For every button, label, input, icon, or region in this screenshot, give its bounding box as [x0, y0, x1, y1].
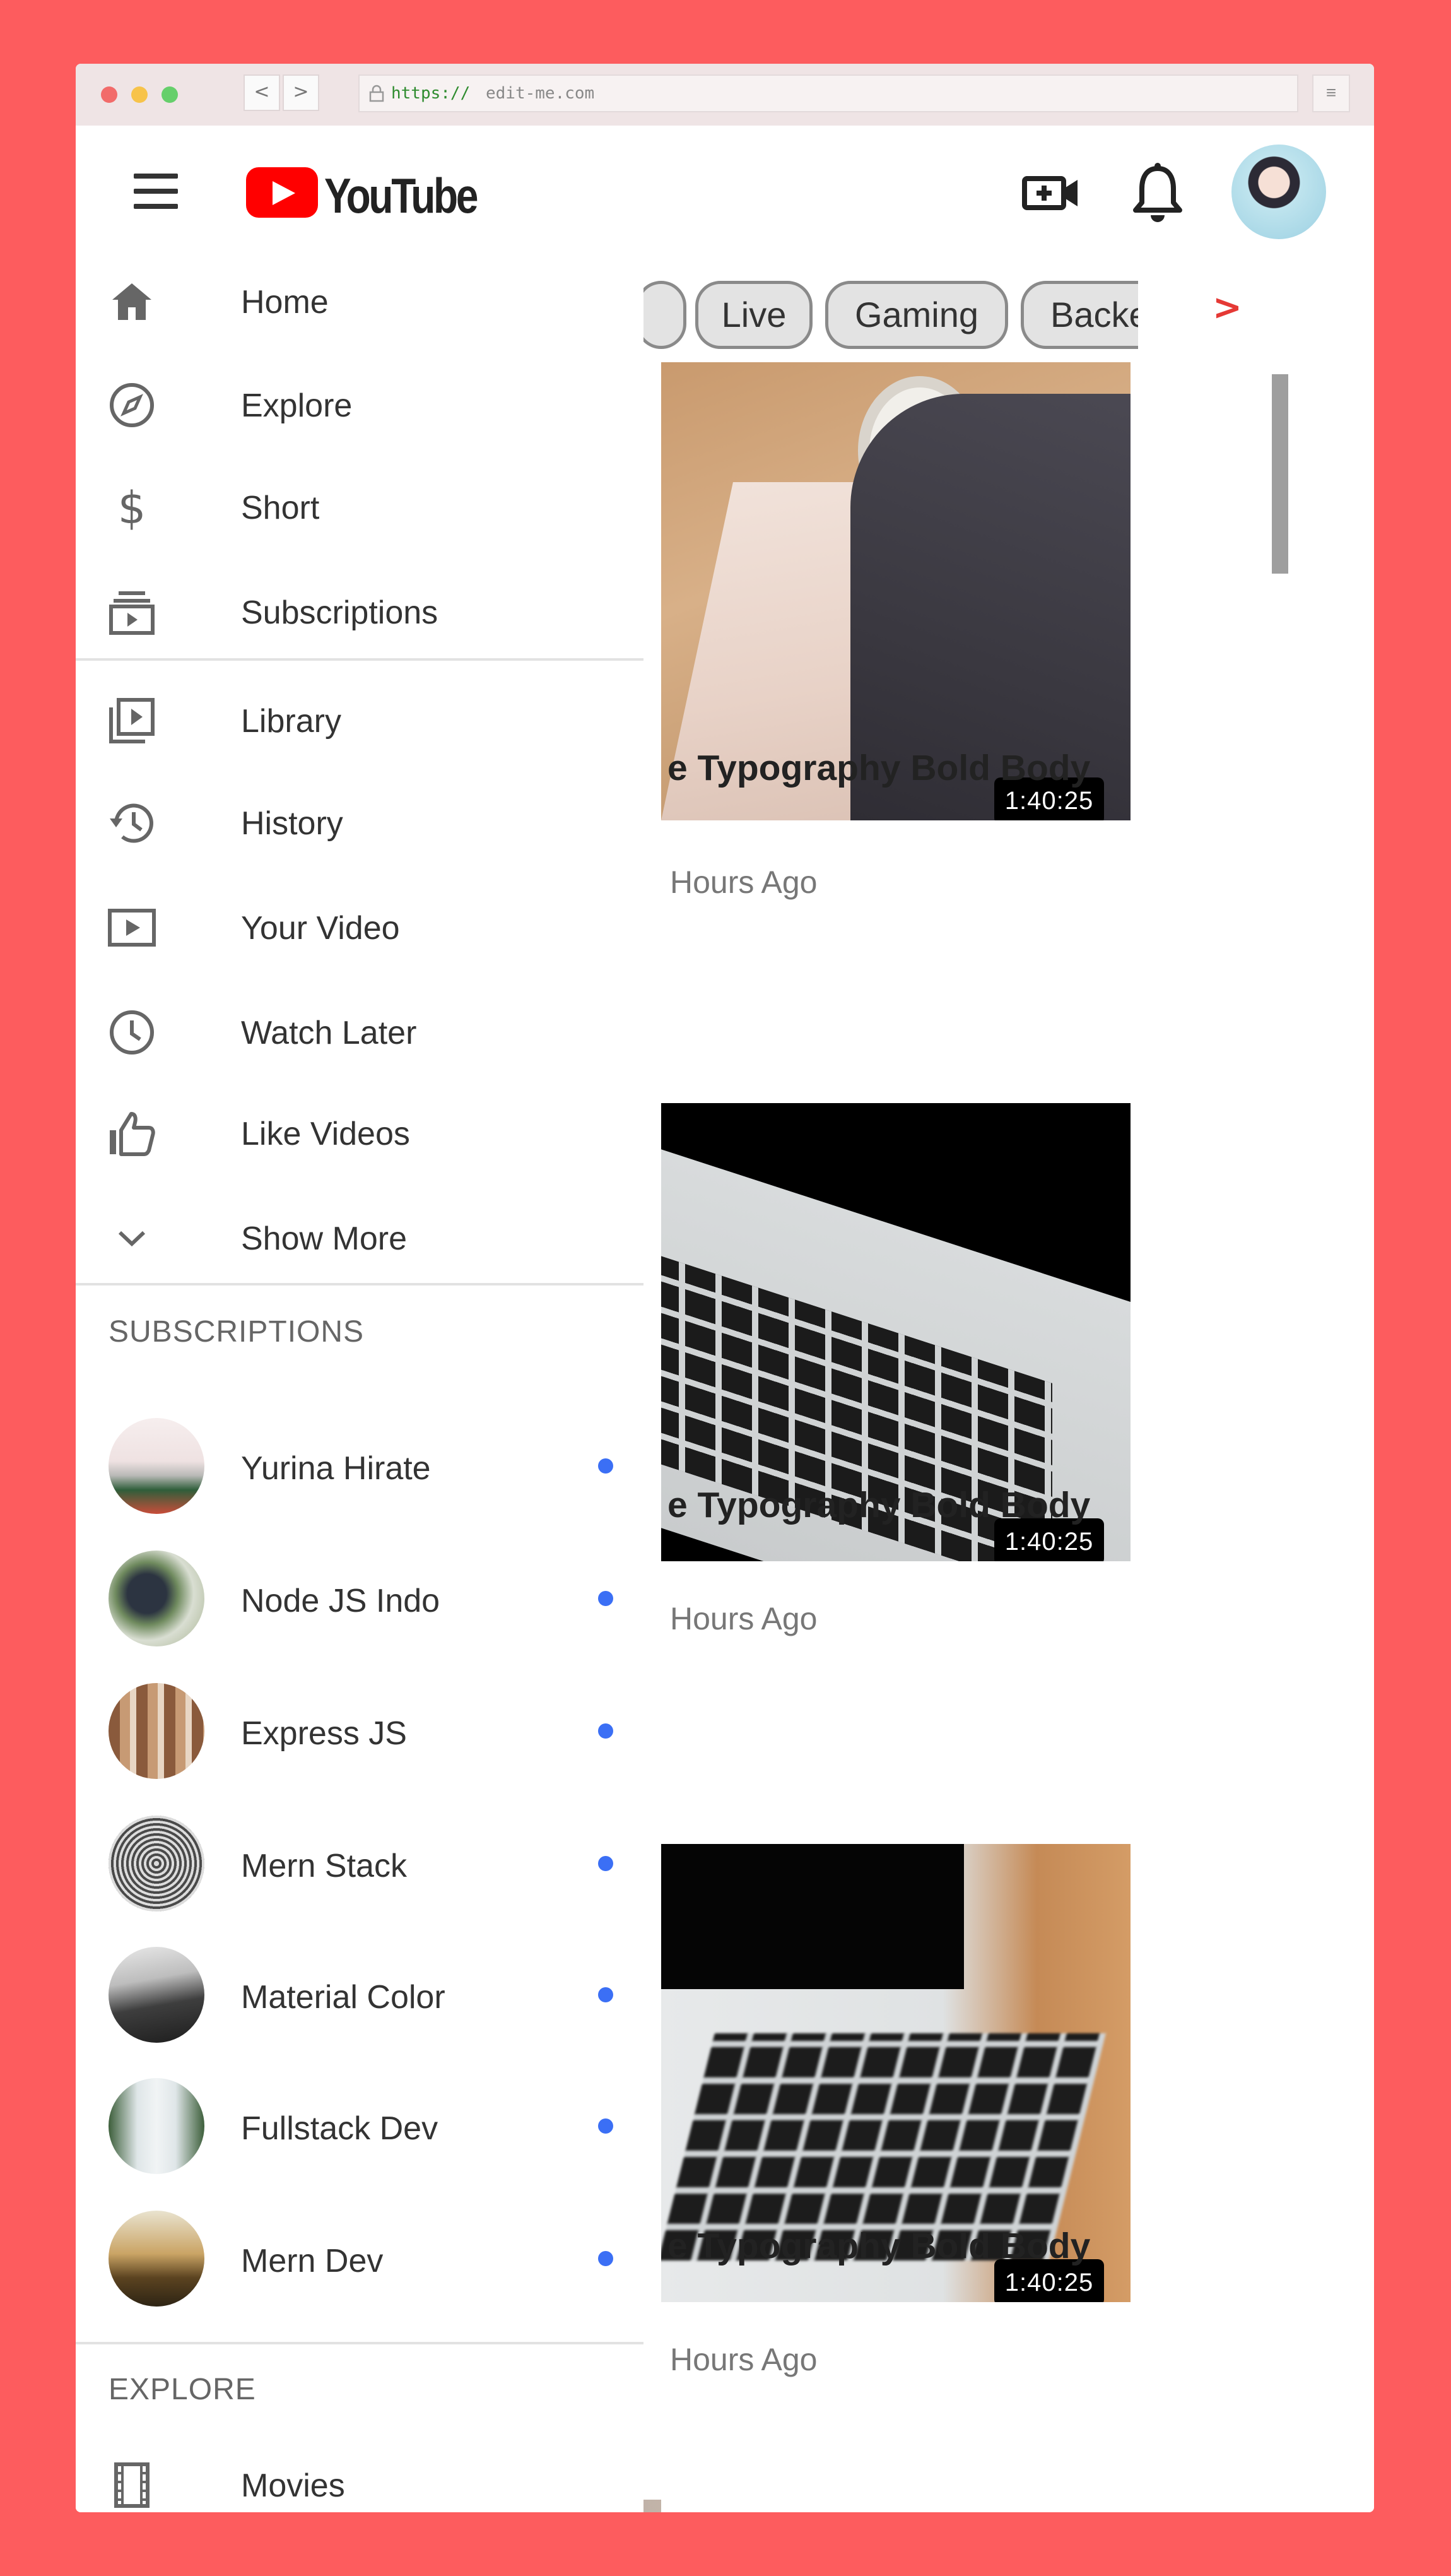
- sidebar-item-label: History: [241, 805, 343, 842]
- channel-name: Express JS: [241, 1715, 407, 1752]
- youtube-play-icon: [246, 167, 318, 218]
- sidebar-item-label: Watch Later: [241, 1015, 417, 1051]
- sidebar-item-your-video[interactable]: Your Video: [76, 883, 643, 971]
- sidebar-item-explore[interactable]: Explore: [76, 360, 643, 449]
- sidebar-item-label: Show More: [241, 1220, 407, 1257]
- video-meta: Hours Ago: [670, 2342, 818, 2377]
- hamburger-icon[interactable]: [134, 170, 179, 215]
- new-content-dot: [598, 2251, 613, 2266]
- forward-button[interactable]: >: [283, 74, 319, 111]
- channel-name: Yurina Hirate: [241, 1450, 431, 1487]
- sidebar-item-label: Short: [241, 490, 320, 526]
- logo-text: YouTube: [324, 168, 478, 223]
- sidebar-item-label: Subscriptions: [241, 594, 438, 631]
- scrollbar-thumb[interactable]: [1272, 374, 1288, 574]
- channel-avatar: [109, 2078, 204, 2174]
- sidebar-item-watch-later[interactable]: Watch Later: [76, 988, 643, 1076]
- new-content-dot: [598, 1987, 613, 2002]
- channel-name: Node JS Indo: [241, 1583, 440, 1619]
- bell-icon[interactable]: [1129, 161, 1186, 224]
- video-title[interactable]: e Typography Bold Body: [667, 2225, 1147, 2267]
- chip-bar: Live Gaming Backend >: [636, 275, 1305, 357]
- maximize-window-dot[interactable]: [162, 86, 178, 103]
- sidebar-item-show-more[interactable]: Show More: [76, 1193, 643, 1282]
- sidebar-item-home[interactable]: Home: [76, 257, 643, 345]
- video-title[interactable]: e Typography Bold Body: [667, 1484, 1147, 1526]
- dollar-icon: $: [118, 483, 146, 532]
- library-icon: [109, 698, 155, 743]
- chevron-right-icon[interactable]: >: [1213, 287, 1242, 328]
- sidebar-item-like-videos[interactable]: Like Videos: [76, 1089, 643, 1177]
- your-video-icon: [108, 909, 156, 947]
- create-video-icon[interactable]: [1022, 171, 1080, 213]
- video-meta: Hours Ago: [670, 1601, 818, 1636]
- channel-name: Mern Dev: [241, 2243, 384, 2279]
- sidebar-divider: [76, 658, 643, 661]
- channel-name: Material Color: [241, 1979, 445, 2016]
- lock-icon: [369, 85, 384, 102]
- youtube-page: YouTube Live Gaming Backend >: [76, 126, 1374, 2512]
- sidebar-item-label: Explore: [241, 387, 353, 424]
- sidebar: Home Explore $ Short Subscriptions Libra…: [76, 257, 643, 2512]
- top-bar: YouTube: [76, 126, 1374, 257]
- menu-icon: ≡: [1325, 83, 1337, 102]
- browser-menu-button[interactable]: ≡: [1312, 74, 1350, 112]
- close-window-dot[interactable]: [101, 86, 117, 103]
- forward-arrow-icon: >: [293, 81, 309, 103]
- url-scheme: https://: [391, 84, 471, 103]
- sidebar-divider: [76, 2342, 643, 2344]
- new-content-dot: [598, 1723, 613, 1739]
- film-icon: [114, 2462, 150, 2508]
- svg-text:$: $: [118, 483, 146, 532]
- new-content-dot: [598, 2118, 613, 2134]
- browser-window: < > https:// edit-me.com ≡ YouTube Live …: [76, 64, 1374, 2512]
- sidebar-item-label: Home: [241, 284, 329, 321]
- chevron-down-icon: [118, 1231, 146, 1247]
- video-meta: Hours Ago: [670, 865, 818, 900]
- channel-avatar: [109, 2211, 204, 2307]
- sidebar-item-label: Library: [241, 703, 341, 740]
- chip[interactable]: Gaming: [825, 281, 1008, 349]
- chip[interactable]: Backend: [1021, 281, 1138, 349]
- browser-chrome: < > https:// edit-me.com ≡: [76, 64, 1374, 126]
- subscriptions-icon: [109, 591, 155, 635]
- avatar[interactable]: [1231, 145, 1326, 239]
- home-icon: [112, 283, 151, 320]
- back-arrow-icon: <: [254, 81, 270, 103]
- sidebar-item-subscriptions[interactable]: Subscriptions: [76, 567, 643, 656]
- clock-icon: [110, 1010, 154, 1055]
- thumbs-up-icon: [110, 1112, 155, 1156]
- video-title[interactable]: e Typography Bold Body: [667, 747, 1147, 789]
- chip-clip: Backend: [1021, 275, 1138, 357]
- explore-icon: [110, 383, 154, 427]
- laptop-screen-shape: [661, 1844, 964, 1989]
- minimize-window-dot[interactable]: [131, 86, 148, 103]
- channel-avatar: [109, 1418, 204, 1514]
- channel-avatar: [109, 1947, 204, 2043]
- channel-avatar: [109, 1816, 204, 1911]
- new-content-dot: [598, 1856, 613, 1871]
- channel-name: Fullstack Dev: [241, 2110, 438, 2147]
- sidebar-item-library[interactable]: Library: [76, 676, 643, 764]
- subscriptions-section-title: SUBSCRIPTIONS: [109, 1315, 365, 1349]
- explore-section-title: EXPLORE: [109, 2373, 256, 2406]
- channel-name: Mern Stack: [241, 1848, 407, 1884]
- sidebar-item-label: Your Video: [241, 910, 400, 947]
- new-content-dot: [598, 1591, 613, 1606]
- sidebar-item-history[interactable]: History: [76, 778, 643, 866]
- chip[interactable]: Live: [695, 281, 813, 349]
- chip[interactable]: [636, 281, 686, 349]
- sidebar-item-label: Like Videos: [241, 1116, 410, 1152]
- sidebar-item-short[interactable]: $ Short: [76, 463, 643, 551]
- sidebar-divider: [76, 1283, 643, 1285]
- sidebar-item-label: Movies: [241, 2467, 345, 2504]
- sidebar-item-movies[interactable]: Movies: [76, 2440, 643, 2512]
- history-icon: [110, 803, 153, 843]
- channel-avatar: [109, 1683, 204, 1779]
- channel-avatar: [109, 1551, 204, 1646]
- address-bar[interactable]: https:// edit-me.com: [358, 74, 1298, 112]
- new-content-dot: [598, 1458, 613, 1474]
- url-host: edit-me.com: [486, 84, 595, 103]
- back-button[interactable]: <: [244, 74, 280, 111]
